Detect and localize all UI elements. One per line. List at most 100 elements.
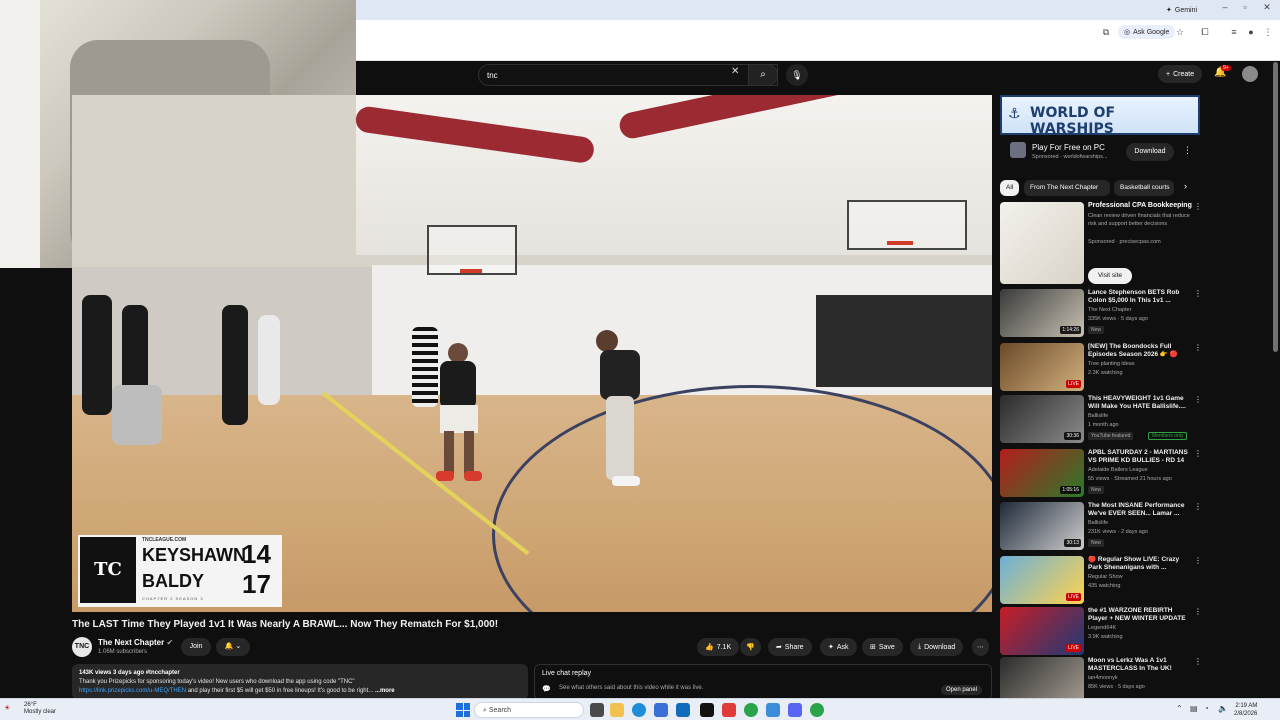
chrome-icon[interactable] <box>744 703 758 717</box>
mic-icon[interactable]: 🎙 <box>786 64 808 86</box>
video-thumbnail[interactable]: LIVE <box>1000 556 1084 604</box>
wifi-icon[interactable]: ◔ <box>1204 704 1209 713</box>
join-button[interactable]: Join <box>181 638 211 656</box>
channel-name[interactable]: The Next Chapter ✔ <box>98 638 173 647</box>
ad-title[interactable]: Play For Free on PC <box>1032 143 1105 152</box>
more-icon[interactable]: ⋮ <box>1194 395 1202 404</box>
video-thumbnail[interactable]: 1:05:16 <box>1000 449 1084 497</box>
video-thumbnail[interactable]: LIVE <box>1000 343 1084 391</box>
ad-more-icon[interactable]: ⋮ <box>1183 145 1192 156</box>
show-more-link[interactable]: ...more <box>375 688 395 694</box>
rec-title[interactable]: 🔴 Regular Show LIVE: Crazy Park Shenanig… <box>1088 556 1192 572</box>
tray-chevron-icon[interactable]: ⌃ <box>1176 704 1183 713</box>
like-button[interactable]: 👍 7.1K <box>697 638 740 656</box>
ask-google-button[interactable]: ◎ Ask Google <box>1118 25 1176 39</box>
weather-widget[interactable]: 26°F Mostly clear <box>24 702 56 716</box>
maximize-button[interactable]: ▫ <box>1234 2 1256 12</box>
rec-title[interactable]: The Most INSANE Performance We've EVER S… <box>1088 502 1192 518</box>
recommended-video[interactable]: LIVE [NEW] The Boondocks Full Episodes S… <box>1000 343 1202 395</box>
video-thumbnail[interactable]: 1:14:26 <box>1000 289 1084 337</box>
chrome-profile-icon[interactable] <box>810 703 824 717</box>
video-player[interactable]: TC TNCLEAGUE.COM KEYSHAWN 14 BALDY 17 CH… <box>72 95 992 612</box>
more-icon[interactable]: ⋮ <box>1194 343 1202 352</box>
more-icon[interactable]: ⋮ <box>1194 202 1202 211</box>
outlook-icon[interactable] <box>676 703 690 717</box>
rec-title[interactable]: Lance Stephenson BETS Rob Colon $5,000 I… <box>1088 289 1192 305</box>
store-icon[interactable] <box>654 703 668 717</box>
clear-search-icon[interactable]: ✕ <box>731 66 739 77</box>
rec-title[interactable]: This HEAVYWEIGHT 1v1 Game Will Make You … <box>1088 395 1192 411</box>
volume-icon[interactable]: 🔈 <box>1218 704 1228 713</box>
rec-channel[interactable]: Tree planting ideas <box>1088 361 1135 367</box>
video-thumbnail[interactable]: 30:13 <box>1000 502 1084 550</box>
more-icon[interactable]: ⋮ <box>1194 502 1202 511</box>
task-view-icon[interactable] <box>590 703 604 717</box>
discord-icon[interactable] <box>788 703 802 717</box>
close-window-button[interactable]: ✕ <box>1256 2 1278 13</box>
rec-title[interactable]: the #1 WARZONE REBIRTH Player + NEW WINT… <box>1088 607 1192 623</box>
description-box[interactable]: 143K views 3 days ago #tncchapter Thank … <box>72 664 528 700</box>
chevron-right-icon[interactable]: › <box>1184 181 1187 191</box>
ad-download-button[interactable]: Download <box>1126 143 1174 161</box>
media-icon[interactable]: ≡ <box>1228 26 1240 38</box>
start-windows-icon[interactable] <box>456 703 470 717</box>
channel-avatar[interactable]: TNC <box>72 637 92 657</box>
share-button[interactable]: ➦ Share <box>768 638 812 656</box>
video-thumbnail[interactable]: 30:36 <box>1000 395 1084 443</box>
recommended-video[interactable]: 1:05:16 APBL SATURDAY 2 - MARTIANS VS PR… <box>1000 449 1202 501</box>
clock[interactable]: 2:19 AM 2/8/2026 <box>1234 702 1257 718</box>
extensions-icon[interactable]: ⧠ <box>1199 26 1211 38</box>
rec-title[interactable]: [NEW] The Boondocks Full Episodes Season… <box>1088 343 1192 359</box>
chip-all[interactable]: All <box>1000 180 1020 196</box>
recommended-video[interactable]: LIVE the #1 WARZONE REBIRTH Player + NEW… <box>1000 607 1202 659</box>
search-button[interactable]: ⌕ <box>748 64 778 86</box>
more-icon[interactable]: ⋮ <box>1194 289 1202 298</box>
gemini-button[interactable]: ✦ Gemini <box>1160 3 1203 17</box>
bookmark-star-icon[interactable]: ☆ <box>1174 26 1186 38</box>
save-button[interactable]: ⊞ Save <box>862 638 903 656</box>
open-panel-button[interactable]: Open panel <box>941 685 983 695</box>
tray-app-icon[interactable]: ▤ <box>1190 704 1198 713</box>
account-avatar[interactable] <box>1242 66 1258 82</box>
netflix-icon[interactable] <box>700 703 714 717</box>
video-thumbnail[interactable]: LIVE <box>1000 607 1084 655</box>
rec-title[interactable]: APBL SATURDAY 2 - MARTIANS VS PRIME KD B… <box>1088 449 1192 465</box>
rec-channel[interactable]: Adelaide Ballers League <box>1088 467 1148 473</box>
profile-icon[interactable]: ● <box>1245 26 1257 38</box>
chip-from-channel[interactable]: From The Next Chapter <box>1024 180 1110 196</box>
taskbar-search[interactable]: ⌕ Search <box>474 702 584 718</box>
rec-title[interactable]: Moon vs Lerkz Was A 1v1 MASTERCLASS In T… <box>1088 657 1192 673</box>
more-actions-button[interactable]: ⋯ <box>972 638 989 656</box>
rec-channel[interactable]: Ballislife <box>1088 520 1108 526</box>
more-icon[interactable]: ⋮ <box>1194 556 1202 565</box>
app-icon[interactable] <box>766 703 780 717</box>
rec-channel[interactable]: Regular Show <box>1088 574 1123 580</box>
page-scrollbar[interactable] <box>1273 62 1278 352</box>
more-icon[interactable]: ⋮ <box>1194 607 1202 616</box>
description-link[interactable]: https://link.prizepicks.com/u-MEQ/THEN <box>79 688 186 694</box>
recommended-video[interactable]: 1:14:26 Lance Stephenson BETS Rob Colon … <box>1000 289 1202 341</box>
minimize-button[interactable]: – <box>1214 2 1236 12</box>
ad-banner[interactable]: ⚓ WORLD OF WARSHIPS <box>1000 95 1200 137</box>
recommended-video[interactable]: 30:13 The Most INSANE Performance We've … <box>1000 502 1202 554</box>
rec-channel[interactable]: The Next Chapter <box>1088 307 1131 313</box>
recommended-video[interactable]: LIVE 🔴 Regular Show LIVE: Crazy Park She… <box>1000 556 1202 608</box>
chip-basketball-courts[interactable]: Basketball courts <box>1114 180 1174 196</box>
file-explorer-icon[interactable] <box>610 703 624 717</box>
edge-icon[interactable] <box>632 703 646 717</box>
recommended-video[interactable]: 30:36 This HEAVYWEIGHT 1v1 Game Will Mak… <box>1000 395 1202 447</box>
more-icon[interactable]: ⋮ <box>1194 657 1202 666</box>
subscribed-bell-button[interactable]: 🔔 ⌄ <box>216 638 250 656</box>
dislike-button[interactable]: 👎 <box>740 638 761 656</box>
rec-channel[interactable]: Legend64K <box>1088 625 1116 631</box>
create-button[interactable]: + Create <box>1158 65 1203 83</box>
ask-button[interactable]: ✦ Ask <box>820 638 857 656</box>
rec-channel[interactable]: ian4moonyk <box>1088 675 1118 681</box>
download-button[interactable]: ⤓ Download <box>910 638 964 656</box>
rec-channel[interactable]: Ballislife <box>1088 413 1108 419</box>
browser-menu-icon[interactable]: ⋮ <box>1262 26 1274 38</box>
visit-site-button[interactable]: Visit site <box>1088 268 1132 284</box>
youtube-app-icon[interactable] <box>722 703 736 717</box>
more-icon[interactable]: ⋮ <box>1194 449 1202 458</box>
install-icon[interactable]: ⧉ <box>1100 26 1112 38</box>
